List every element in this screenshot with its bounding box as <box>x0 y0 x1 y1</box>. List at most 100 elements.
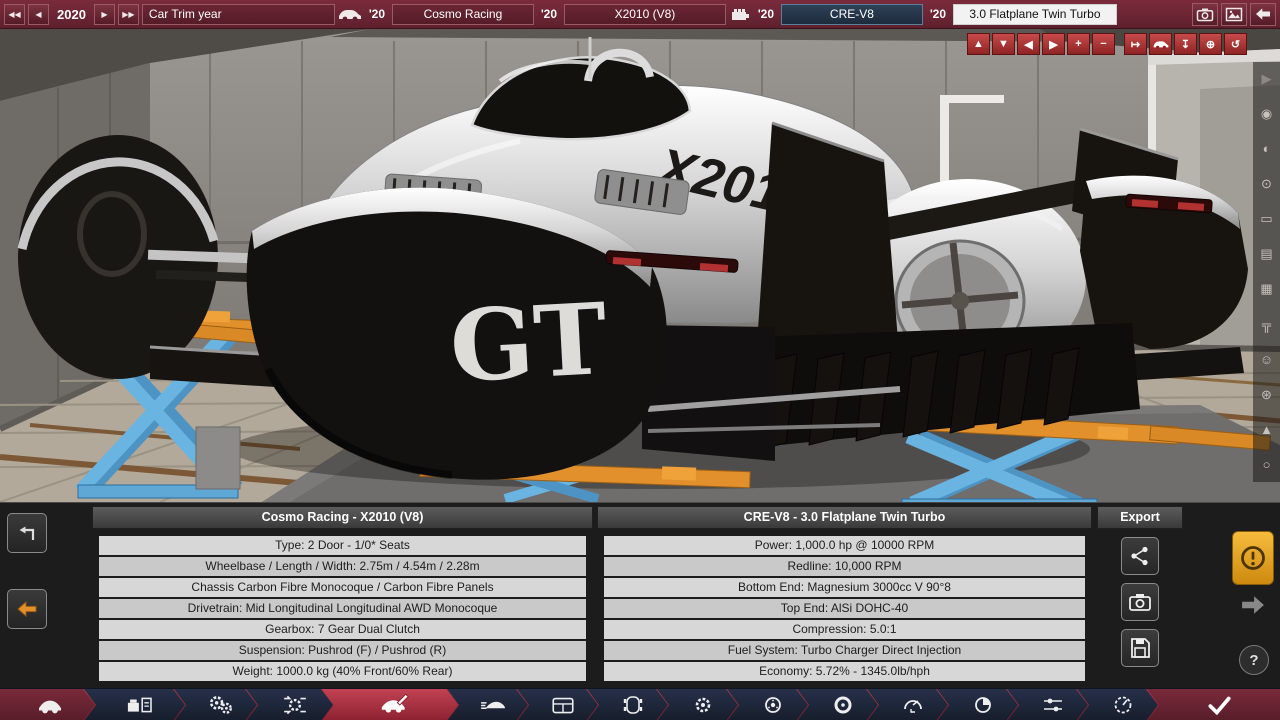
trim-field[interactable]: X2010 (V8) <box>563 3 726 25</box>
engine-variant-field[interactable]: 3.0 Flatplane Twin Turbo <box>952 3 1117 25</box>
tab-aerodynamics[interactable] <box>447 689 528 720</box>
aperture-icon[interactable]: ⊙ <box>1257 175 1277 193</box>
scene-return-button[interactable] <box>7 513 47 553</box>
photo-camera-icon <box>1196 8 1214 21</box>
export-column: Export <box>1097 506 1183 667</box>
settings-icon[interactable]: ⊛ <box>1257 386 1277 404</box>
engine-family-field[interactable]: CRE-V8 <box>780 3 923 25</box>
tab-trim-design[interactable] <box>322 689 458 720</box>
tab-testing[interactable] <box>1077 689 1158 720</box>
tab-drivetrain[interactable] <box>246 689 333 720</box>
variant-year-badge: '20 <box>929 7 947 21</box>
tab-brakes[interactable] <box>727 689 808 720</box>
vehicle-button[interactable] <box>1149 33 1172 55</box>
snap-wall-button[interactable]: ↦ <box>1124 33 1147 55</box>
rotate-car-button[interactable]: ↺ <box>1224 33 1247 55</box>
car-edit-icon <box>380 693 410 717</box>
expression-icon[interactable]: ☺ <box>1257 351 1277 369</box>
year-next-button[interactable]: ▶ <box>93 3 115 25</box>
share-export-button[interactable] <box>1121 537 1159 575</box>
car-spec-row: Wheelbase / Length / Width: 2.75m / 4.54… <box>99 557 586 576</box>
image-button[interactable] <box>1221 2 1247 26</box>
model-field[interactable]: Cosmo Racing <box>391 3 534 25</box>
engine-year-badge: '20 <box>757 7 775 21</box>
tab-dyno[interactable] <box>867 689 948 720</box>
center-car-button[interactable]: ⊕ <box>1199 33 1222 55</box>
car-spec-table: Cosmo Racing - X2010 (V8) Type: 2 Door -… <box>92 506 593 683</box>
contrast-icon[interactable]: ◐ <box>1257 140 1277 158</box>
back-arrow-button[interactable] <box>7 589 47 629</box>
car-icon <box>1153 41 1168 49</box>
raise-icon[interactable]: ▲ <box>1257 421 1277 439</box>
help-button[interactable]: ? <box>1239 645 1269 675</box>
tab-models[interactable] <box>0 689 95 720</box>
car-spec-row: Drivetrain: Mid Longitudinal Longitudina… <box>99 599 586 618</box>
camera-left-button[interactable]: ◀ <box>1017 33 1040 55</box>
save-export-button[interactable] <box>1121 629 1159 667</box>
corner-arrow-icon <box>19 526 35 540</box>
tab-tyres[interactable] <box>937 689 1018 720</box>
share-icon <box>1131 546 1148 566</box>
screen-icon[interactable]: ▤ <box>1257 245 1277 263</box>
gear-arrows-icon <box>282 694 308 716</box>
lift-icon[interactable]: ╦ <box>1257 316 1277 334</box>
year-last-button[interactable]: ▶▶ <box>117 3 139 25</box>
tab-gearbox[interactable] <box>174 689 257 720</box>
check-icon <box>1207 696 1231 716</box>
engine-spec-row: Economy: 5.72% - 1345.0lb/hph <box>604 662 1085 681</box>
play-icon[interactable]: ▶ <box>1257 70 1277 88</box>
year-first-button[interactable]: ◀◀ <box>4 3 25 25</box>
sliders-icon <box>1041 694 1065 716</box>
camera-up-button[interactable]: ▲ <box>967 33 990 55</box>
scene-render: X2010 GT <box>0 29 1280 502</box>
scene-3d-viewport: X2010 GT <box>0 29 1280 502</box>
designer-tab-bar <box>0 688 1280 720</box>
tab-tuning[interactable] <box>1007 689 1088 720</box>
orbit-icon[interactable]: ○ <box>1257 456 1277 474</box>
car-spec-row: Suspension: Pushrod (F) / Pushrod (R) <box>99 641 586 660</box>
panel-icon <box>550 694 576 716</box>
engine-spec-row: Redline: 10,000 RPM <box>604 557 1085 576</box>
photo-camera-button[interactable] <box>1192 2 1218 26</box>
engine-spec-row: Power: 1,000.0 hp @ 10000 RPM <box>604 536 1085 555</box>
tab-body-panels[interactable] <box>517 689 598 720</box>
engine-spec-table: CRE-V8 - 3.0 Flatplane Twin Turbo Power:… <box>597 506 1092 683</box>
render-options-strip: ▶ ◉ ◐ ⊙ ▭ ▤ ▦ ╦ ☺ ⊛ ▲ ○ <box>1253 62 1280 482</box>
automation-designer: X2010 GT ◀◀ ◀ 2020 ▶ ▶▶ Car Trim year '2… <box>0 0 1280 720</box>
top-bar: ◀◀ ◀ 2020 ▶ ▶▶ Car Trim year '20 Cosmo R… <box>0 0 1280 29</box>
engine-spec-row: Fuel System: Turbo Charger Direct Inject… <box>604 641 1085 660</box>
zoom-in-button[interactable]: + <box>1067 33 1090 55</box>
gauge-icon <box>1111 694 1135 716</box>
car-spec-header: Cosmo Racing - X2010 (V8) <box>92 506 593 529</box>
grid-icon[interactable]: ▦ <box>1257 280 1277 298</box>
image-icon <box>1225 7 1243 21</box>
trim-year-badge: '20 <box>540 7 558 21</box>
camera-down-button[interactable]: ▼ <box>992 33 1015 55</box>
back-button[interactable] <box>1250 2 1276 26</box>
forward-button[interactable] <box>1236 593 1270 622</box>
wheel-pie-icon <box>971 694 995 716</box>
tab-chassis-top[interactable] <box>587 689 668 720</box>
trim-year-field[interactable]: Car Trim year <box>141 3 335 25</box>
engine-icon <box>729 6 751 22</box>
tab-wheels[interactable] <box>797 689 878 720</box>
engine-spec-row: Top End: AlSi DOHC-40 <box>604 599 1085 618</box>
drop-car-button[interactable]: ↧ <box>1174 33 1197 55</box>
orange-back-arrow-icon <box>17 600 37 618</box>
car-decal-wheel-cover: GT <box>447 282 609 405</box>
year-prev-button[interactable]: ◀ <box>28 3 49 25</box>
warning-icon <box>1241 546 1265 570</box>
tab-summary[interactable] <box>1147 689 1280 720</box>
car-aero-icon <box>480 694 506 716</box>
tab-engines[interactable] <box>84 689 185 720</box>
warning-button[interactable] <box>1232 531 1274 585</box>
wheel-icon <box>831 694 855 716</box>
screenshot-export-button[interactable] <box>1121 583 1159 621</box>
engine-document-icon <box>126 694 154 716</box>
skybox-icon[interactable]: ◉ <box>1257 105 1277 123</box>
frame-icon[interactable]: ▭ <box>1257 210 1277 228</box>
camera-right-button[interactable]: ▶ <box>1042 33 1065 55</box>
zoom-out-button[interactable]: − <box>1092 33 1115 55</box>
gears-icon <box>208 694 234 716</box>
tab-gearing[interactable] <box>657 689 738 720</box>
